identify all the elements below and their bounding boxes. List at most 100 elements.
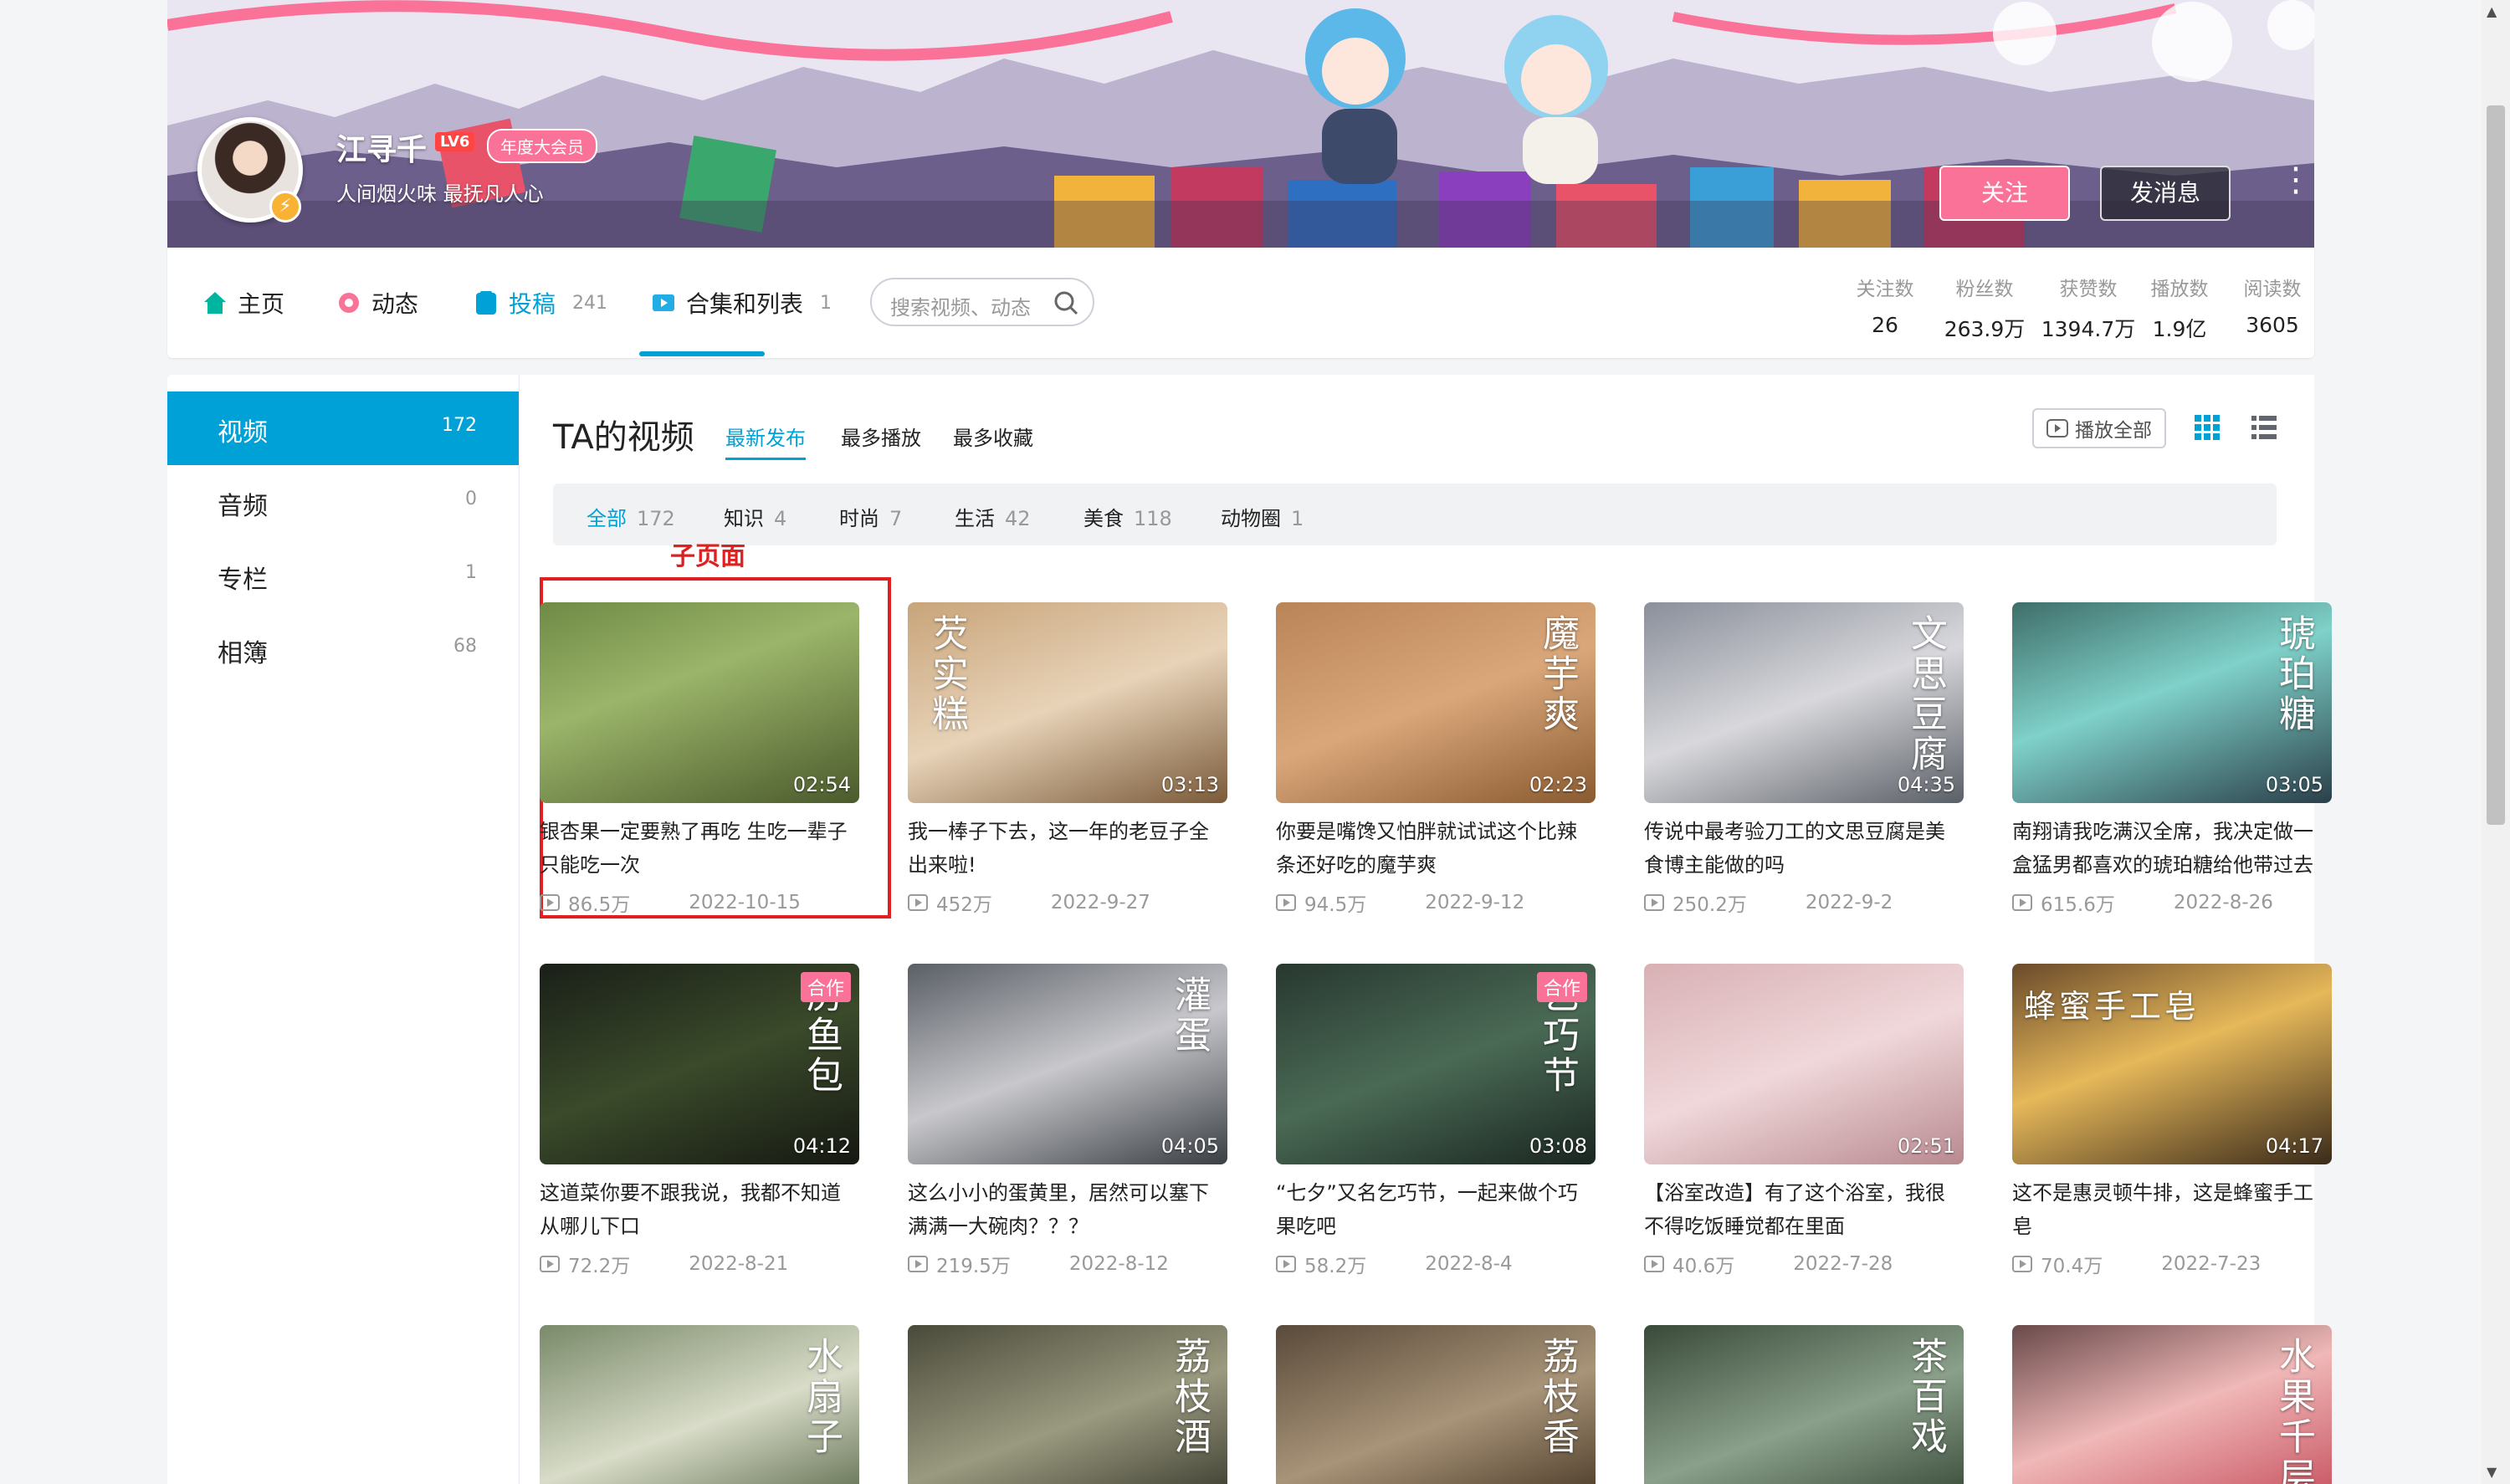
filter-label: 美食 [1083, 507, 1124, 530]
search-input[interactable]: 搜索视频、动态 [870, 278, 1094, 326]
video-card-lychee-incense[interactable]: 荔枝香02:33 [1276, 1325, 1596, 1484]
video-card-lychee-wine[interactable]: 荔枝酒06:43 [908, 1325, 1227, 1484]
video-meta: 40.6万 2022-7-28 [1644, 1250, 1964, 1278]
collections-icon [653, 294, 674, 311]
video-thumbnail[interactable]: 魔芋爽 02:23 [1276, 602, 1596, 803]
video-card-honey-soap[interactable]: 蜂蜜手工皂 04:17 这不是惠灵顿牛排，这是蜂蜜手工皂 70.4万 2022-7-23 [2012, 964, 2332, 1278]
filter-all[interactable]: 全部 172 [587, 502, 675, 531]
sort-latest[interactable]: 最新发布 [725, 422, 806, 460]
video-card-stuffed-egg[interactable]: 灌蛋 04:05 这么小小的蛋黄里，居然可以塞下满满一大碗肉？？？ 219.5万 202… [908, 964, 1227, 1278]
video-meta: 615.6万 2022-8-26 [2012, 888, 2332, 917]
video-card-ginkgo[interactable]: 02:54 银杏果一定要熟了再吃 生吃一辈子只能吃一次 86.5万 2022-10-1… [540, 602, 859, 917]
scroll-up-arrow-icon[interactable]: ▲ [2487, 3, 2497, 19]
verified-badge-icon: ⚡ [269, 191, 301, 223]
video-title[interactable]: 银杏果一定要熟了再吃 生吃一辈子只能吃一次 [540, 815, 859, 882]
sort-most-favorited[interactable]: 最多收藏 [953, 422, 1033, 451]
more-options-icon[interactable]: ⋮ [2279, 163, 2313, 197]
sidebar-item-audio[interactable]: 音频 0 [167, 465, 519, 539]
video-card-konjac[interactable]: 魔芋爽 02:23 你要是嘴馋又怕胖就试试这个比辣条还好吃的魔芋爽 94.5万 2022… [1276, 602, 1596, 917]
sort-most-played[interactable]: 最多播放 [841, 422, 921, 451]
sidebar-item-video[interactable]: 视频 172 [167, 391, 519, 465]
video-thumbnail[interactable]: 水果千层02:53 [2012, 1325, 2332, 1484]
video-title[interactable]: 南翔请我吃满汉全席，我决定做一盒猛男都喜欢的琥珀糖给他带过去 [2012, 815, 2332, 882]
sidebar-item-albums[interactable]: 相簿 68 [167, 612, 519, 686]
video-thumbnail[interactable]: 02:54 [540, 602, 859, 803]
tab-home[interactable]: 主页 [201, 286, 284, 320]
video-card-tea-art[interactable]: 茶百戏03:00 [1644, 1325, 1964, 1484]
sidebar-item-label: 相簿 [218, 639, 268, 668]
thumbnail-overlay-text: 芡实糕 [925, 614, 968, 734]
video-title[interactable]: “七夕”又名乞巧节，一起来做个巧果吃吧 [1276, 1176, 1596, 1243]
filter-life[interactable]: 生活 42 [955, 502, 1031, 531]
stat-likes: 获赞数 1394.7万 [2030, 273, 2147, 343]
video-thumbnail[interactable]: 琥珀糖 03:05 [2012, 602, 2332, 803]
filter-animals[interactable]: 动物圈 1 [1221, 502, 1304, 531]
video-meta: 219.5万 2022-8-12 [908, 1250, 1227, 1278]
video-thumbnail[interactable]: 荔枝酒06:43 [908, 1325, 1227, 1484]
grid-view-icon[interactable] [2193, 413, 2221, 442]
video-title[interactable]: 【浴室改造】有了这个浴室，我很不得吃饭睡觉都在里面 [1644, 1176, 1964, 1243]
sidebar-item-label: 视频 [218, 418, 268, 448]
stat-reads: 阅读数 3605 [2231, 273, 2314, 337]
video-title[interactable]: 这么小小的蛋黄里，居然可以塞下满满一大碗肉？？？ [908, 1176, 1227, 1243]
video-date: 2022-9-12 [1425, 892, 1525, 913]
thumbnail-overlay-text: 荔枝酒 [1168, 1337, 1211, 1457]
stat-fans[interactable]: 粉丝数 263.9万 [1934, 273, 2035, 343]
username: 江寻千 [336, 133, 428, 167]
scrollbar-thumb[interactable] [2487, 105, 2505, 825]
sidebar-item-count: 1 [465, 562, 477, 583]
video-title[interactable]: 这不是惠灵顿牛排，这是蜂蜜手工皂 [2012, 1176, 2332, 1243]
video-title[interactable]: 这道菜你要不跟我说，我都不知道从哪儿下口 [540, 1176, 859, 1243]
play-all-button[interactable]: 播放全部 [2032, 408, 2166, 448]
video-card-fruit-crepe[interactable]: 水果千层02:53 [2012, 1325, 2332, 1484]
filter-count: 1 [1291, 507, 1304, 530]
video-title[interactable]: 你要是嘴馋又怕胖就试试这个比辣条还好吃的魔芋爽 [1276, 815, 1596, 882]
play-count-icon [908, 894, 928, 911]
video-title[interactable]: 传说中最考验刀工的文思豆腐是美食博主能做的吗 [1644, 815, 1964, 882]
play-count-icon [2012, 894, 2032, 911]
video-thumbnail[interactable]: 文思豆腐 04:35 [1644, 602, 1964, 803]
tab-collections[interactable]: 合集和列表 1 [649, 286, 832, 320]
scroll-down-arrow-icon[interactable]: ▼ [2487, 1464, 2497, 1480]
message-button[interactable]: 发消息 [2100, 166, 2231, 221]
vip-badge[interactable]: 年度大会员 [487, 129, 597, 163]
video-card-amber-candy[interactable]: 琥珀糖 03:05 南翔请我吃满汉全席，我决定做一盒猛男都喜欢的琥珀糖给他带过去 61… [2012, 602, 2332, 917]
video-date: 2022-7-23 [2161, 1253, 2262, 1275]
video-thumbnail[interactable]: 灌蛋 04:05 [908, 964, 1227, 1164]
video-views: 219.5万 [936, 1256, 1011, 1277]
video-thumbnail[interactable]: 02:51 [1644, 964, 1964, 1164]
search-icon[interactable] [1053, 289, 1079, 316]
video-title[interactable]: 我一棒子下去，这一年的老豆子全出来啦! [908, 815, 1227, 882]
play-count-icon [1644, 894, 1664, 911]
video-thumbnail[interactable]: 水扇子02:19 [540, 1325, 859, 1484]
video-card-wensi-tofu[interactable]: 文思豆腐 04:35 传说中最考验刀工的文思豆腐是美食博主能做的吗 250.2万 202… [1644, 602, 1964, 917]
filter-fashion[interactable]: 时尚 7 [839, 502, 902, 531]
video-thumbnail[interactable]: 茶百戏03:00 [1644, 1325, 1964, 1484]
video-thumbnail[interactable]: 乞巧节 合作 03:08 [1276, 964, 1596, 1164]
video-card-qiqiao[interactable]: 乞巧节 合作 03:08 “七夕”又名乞巧节，一起来做个巧果吃吧 58.2万 2022-8… [1276, 964, 1596, 1278]
video-card-gorgon-cake[interactable]: 芡实糕 03:13 我一棒子下去，这一年的老豆子全出来啦! 452万 2022-9-27 [908, 602, 1227, 917]
video-thumbnail[interactable]: 房鱼包 合作 04:12 [540, 964, 859, 1164]
video-thumbnail[interactable]: 芡实糕 03:13 [908, 602, 1227, 803]
tab-dynamic-label: 动态 [371, 290, 419, 318]
filter-label: 时尚 [839, 507, 879, 530]
sidebar-item-articles[interactable]: 专栏 1 [167, 539, 519, 612]
video-card-bathroom[interactable]: 02:51 【浴室改造】有了这个浴室，我很不得吃饭睡觉都在里面 40.6万 2022-… [1644, 964, 1964, 1278]
video-card-water-fan[interactable]: 水扇子02:19 [540, 1325, 859, 1484]
play-count-icon [1276, 894, 1296, 911]
video-views: 58.2万 [1304, 1256, 1367, 1277]
video-card-fish-bun[interactable]: 房鱼包 合作 04:12 这道菜你要不跟我说，我都不知道从哪儿下口 72.2万 2022-… [540, 964, 859, 1278]
follow-button[interactable]: 关注 [1939, 166, 2070, 221]
video-duration: 02:54 [792, 773, 851, 796]
tab-uploads[interactable]: 投稿 241 [472, 286, 607, 320]
filter-food[interactable]: 美食 118 [1083, 502, 1172, 531]
profile-nav: 主页 动态 投稿 241 合集和列表 1 搜索视频、动态 关注数 26 粉丝数 … [167, 248, 2314, 358]
list-view-icon[interactable] [2250, 413, 2278, 442]
play-count-icon [540, 1256, 560, 1272]
video-thumbnail[interactable]: 荔枝香02:33 [1276, 1325, 1596, 1484]
thumbnail-overlay-text: 琥珀糖 [2272, 614, 2315, 734]
tab-dynamic[interactable]: 动态 [335, 286, 418, 320]
video-thumbnail[interactable]: 蜂蜜手工皂 04:17 [2012, 964, 2332, 1164]
stat-following[interactable]: 关注数 26 [1847, 273, 1923, 337]
filter-knowledge[interactable]: 知识 4 [724, 502, 786, 531]
